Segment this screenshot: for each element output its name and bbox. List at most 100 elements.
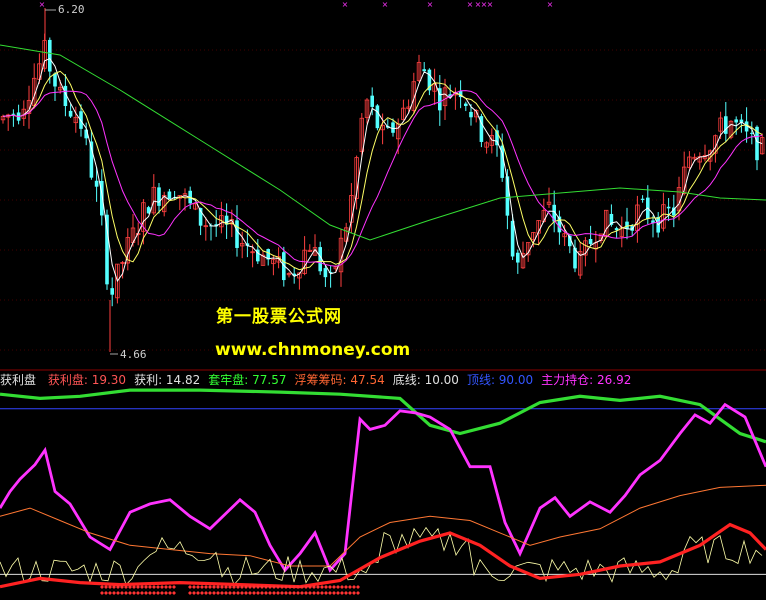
candle-body [375,105,380,129]
signal-diamond [108,591,112,595]
signal-diamond [144,591,148,595]
legend-field: 浮筹筹码: 47.54 [294,373,385,387]
candle-body [323,268,328,278]
legend-field: 底线: 10.00 [392,373,459,387]
candle-body [105,214,109,285]
signal-diamond [340,591,344,595]
signal-diamond [272,591,276,595]
signal-diamond [172,591,176,595]
candle-body [110,288,114,295]
signal-diamond [324,585,328,589]
signal-diamond [284,591,288,595]
ma-fast-line [2,57,763,283]
x-marker: × [487,0,494,9]
x-marker: × [427,0,434,9]
candle-body [625,221,629,229]
signal-diamond [172,585,176,589]
legend-field: 获利: 14.82 [134,373,201,387]
float-line [0,484,766,567]
signal-diamond [348,591,352,595]
candle-body [640,198,645,200]
candle-body [11,113,16,115]
signal-diamond [328,591,332,595]
signal-diamond [220,591,224,595]
signal-diamond [256,591,260,595]
stock-chart[interactable]: × × × × × × × × × [0,0,766,600]
signal-diamond [232,591,236,595]
signal-diamond [132,591,136,595]
signal-diamond [228,591,232,595]
signal-diamond [160,591,164,595]
legend-field: 顶线: 90.00 [466,373,534,387]
signal-diamond [216,591,220,595]
signal-diamond [240,591,244,595]
signal-diamond [348,585,352,589]
high-price-label: 6.20 [58,3,85,16]
signal-diamond [152,591,156,595]
signal-diamond [344,585,348,589]
x-marker: × [547,0,554,9]
signal-diamond [104,591,108,595]
legend-field: 套牢盘: 77.57 [208,373,287,387]
signal-diamond [168,591,172,595]
signal-diamond [356,591,360,595]
signal-diamond [236,591,240,595]
signal-diamond [152,585,156,589]
signal-diamond [336,591,340,595]
candle-body [48,39,52,72]
signal-diamond [136,591,140,595]
signal-diamond [140,591,144,595]
signal-diamond [260,591,264,595]
signal-diamond [116,591,120,595]
signal-markers: × × × × × × × × × [39,0,554,9]
candlestick-series [0,8,765,355]
signal-diamond [324,591,328,595]
x-marker: × [39,0,46,9]
signal-diamond [200,591,204,595]
signal-diamond [196,591,200,595]
signal-diamond [328,585,332,589]
signal-diamond [320,591,324,595]
candle-body [588,239,593,244]
indicator-panel [0,388,766,595]
signal-diamond [208,591,212,595]
signal-diamond [276,591,280,595]
signal-diamond [188,591,192,595]
candle-body [469,111,473,118]
signal-diamond [352,591,356,595]
signal-diamond [192,591,196,595]
signal-diamond [344,591,348,595]
candle-body [666,206,671,209]
signal-diamond [104,585,108,589]
ma-mid-line [2,70,763,271]
signal-diamond [148,591,152,595]
signal-diamond [268,591,272,595]
signal-diamond [252,591,256,595]
watermark-url: www.chnmoney.com [215,340,411,360]
signal-diamond [292,591,296,595]
signal-diamond [300,591,304,595]
signal-diamond [100,585,104,589]
signal-diamond [160,585,164,589]
signal-diamond [336,585,340,589]
x-marker: × [342,0,349,9]
signal-diamond [280,591,284,595]
signal-diamond [312,591,316,595]
signal-diamond [264,591,268,595]
signal-diamond [204,591,208,595]
candle-body [370,95,374,107]
trapped-line [0,388,766,444]
signal-diamond [144,585,148,589]
signal-diamond [308,591,312,595]
signal-diamond [192,585,196,589]
signal-diamond [156,591,160,595]
indicator-name[interactable]: 获利盘 [0,373,36,387]
signal-diamond [188,585,192,589]
signal-diamond [304,591,308,595]
candle-body [235,220,239,248]
legend-field: 主力持仓: 26.92 [541,373,632,387]
profit-line [0,402,766,573]
signal-diamond [296,591,300,595]
signal-diamond [148,585,152,589]
signal-diamond [340,585,344,589]
